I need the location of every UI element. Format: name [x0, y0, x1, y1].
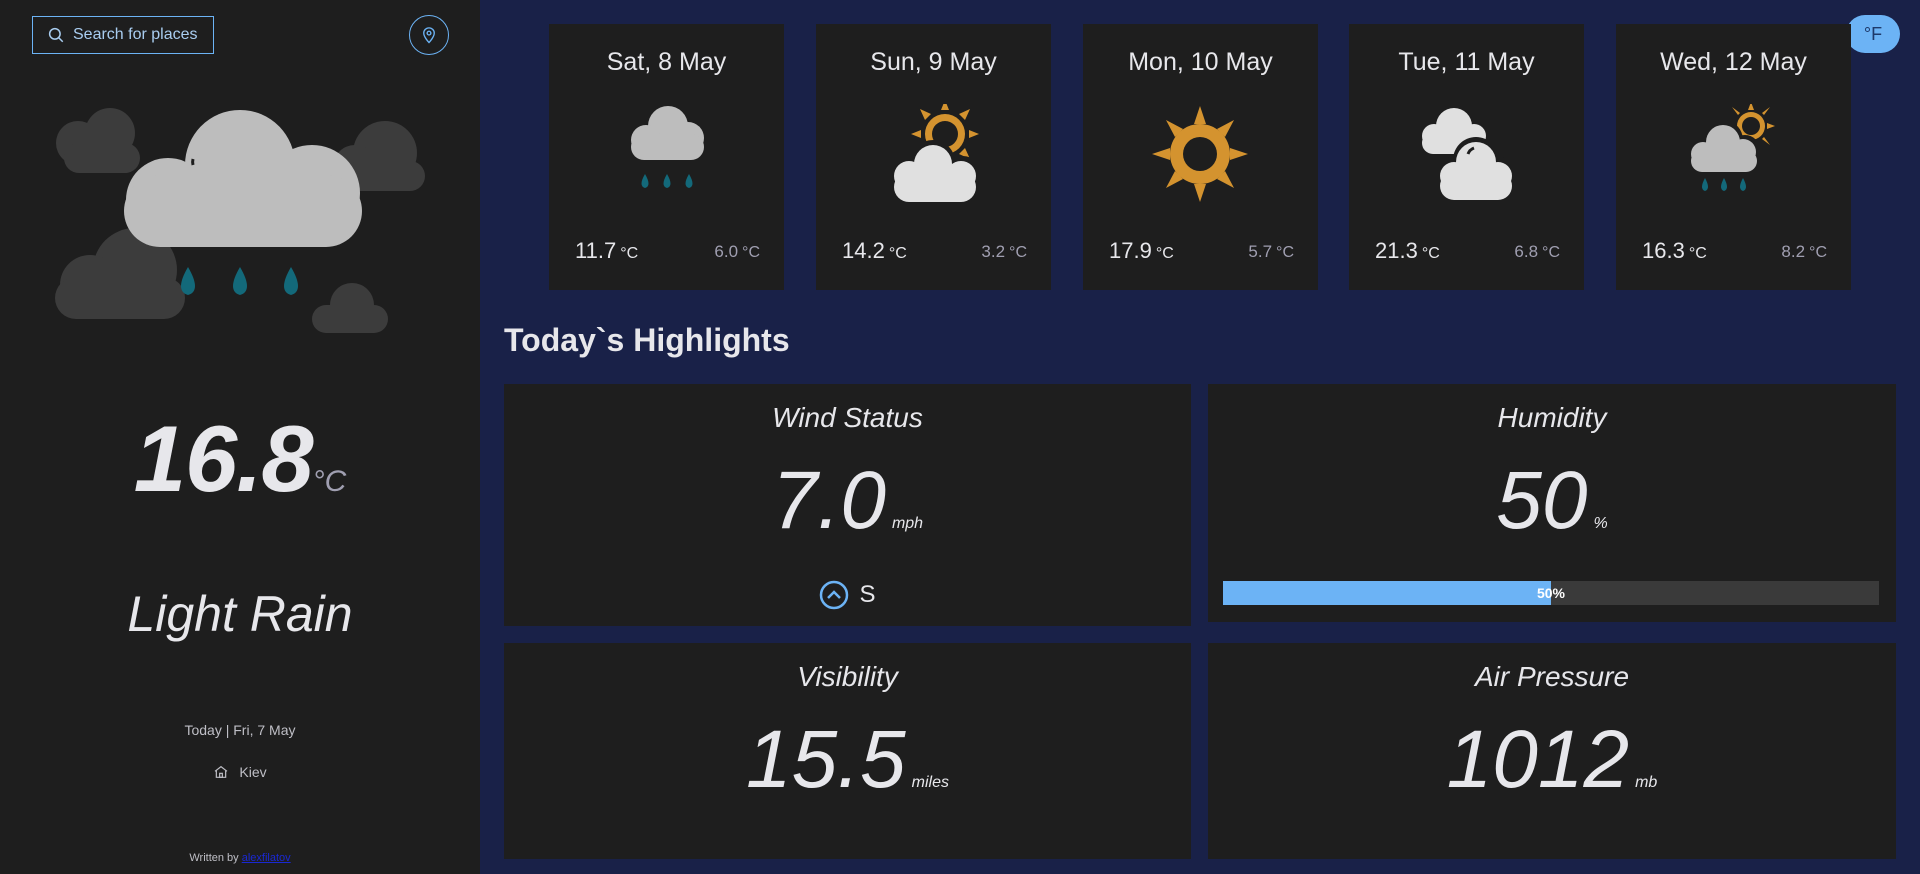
humidity-unit: %: [1593, 515, 1608, 532]
humidity-card: Humidity 50% 50%: [1208, 384, 1896, 622]
wind-direction: S: [504, 580, 1191, 610]
forecast-max-temp: 17.9 °C: [1109, 238, 1174, 264]
min-unit: °C: [1809, 244, 1827, 261]
forecast-card: Tue, 11 May 21.3 °C 6.8 °C: [1349, 24, 1584, 290]
wind-direction-icon: [820, 580, 849, 610]
current-location: Kiev: [0, 764, 480, 780]
current-temperature-unit: °C: [312, 465, 347, 498]
forecast-day: Sat, 8 May: [606, 48, 727, 76]
air-pressure-value: 1012: [1446, 714, 1630, 805]
current-date: Today | Fri, 7 May: [184, 722, 296, 738]
sunny-icon: [1152, 106, 1248, 202]
min-value: 5.7: [1248, 242, 1273, 261]
max-unit: °C: [620, 245, 639, 262]
forecast-max-temp: 11.7 °C: [575, 238, 638, 264]
current-temperature-value: 16.8: [133, 406, 314, 511]
min-unit: °C: [1276, 244, 1294, 261]
wind-direction-label: S: [859, 581, 876, 608]
light-rain-icon: [631, 106, 704, 188]
forecast-min-temp: 3.2 °C: [981, 242, 1027, 262]
wind-speed-unit: mph: [891, 515, 924, 532]
home-icon: [215, 765, 228, 778]
air-pressure-value-group: 1012 mb: [1208, 713, 1896, 807]
visibility-unit: miles: [911, 774, 949, 791]
max-unit: °C: [1421, 245, 1440, 262]
air-pressure-title: Air Pressure: [1474, 661, 1630, 692]
humidity-title: Humidity: [1497, 402, 1607, 433]
max-value: 11.7: [575, 238, 617, 263]
air-pressure-card: Air Pressure 1012 mb: [1208, 643, 1896, 859]
highlights-title: Today`s Highlights: [504, 322, 790, 358]
wind-status-title: Wind Status: [772, 402, 923, 433]
min-value: 6.0: [714, 242, 739, 261]
forecast-card: Sun, 9 May 14.2 °C 3.2 °C: [816, 24, 1051, 290]
forecast-day: Mon, 10 May: [1128, 48, 1273, 76]
author-link[interactable]: alexfilatov: [242, 852, 291, 864]
visibility-card: Visibility 15.5 miles: [504, 643, 1191, 859]
max-value: 21.3: [1375, 238, 1418, 263]
light-rain-icon: [55, 108, 425, 333]
min-value: 8.2: [1781, 242, 1806, 261]
wind-speed: 7.0 mph: [504, 454, 1191, 548]
forecast-day: Wed, 12 May: [1660, 48, 1807, 76]
wind-status-card: Wind Status 7.0 mph S: [504, 384, 1191, 626]
wind-speed-value: 7.0: [771, 455, 886, 546]
forecast-min-temp: 6.0 °C: [714, 242, 760, 262]
forecast-max-temp: 16.3 °C: [1642, 238, 1707, 264]
forecast-min-temp: 8.2 °C: [1781, 242, 1827, 262]
fahrenheit-toggle-button[interactable]: °F: [1846, 15, 1900, 53]
max-unit: °C: [888, 245, 907, 262]
min-value: 6.8: [1514, 242, 1539, 261]
current-temperature: 16.8°C: [0, 405, 480, 513]
forecast-card: Mon, 10 May 17.9 °C 5.7 °C: [1083, 24, 1318, 290]
current-location-button[interactable]: [409, 15, 449, 55]
forecast-day: Tue, 11 May: [1398, 48, 1535, 76]
forecast-card: Sat, 8 May 11.7 °C 6.0 °C: [549, 24, 784, 290]
humidity-value-group: 50%: [1208, 454, 1896, 548]
humidity-progress-bar: 50%: [1223, 581, 1879, 605]
forecast-day: Sun, 9 May: [870, 48, 997, 76]
forecast-min-temp: 5.7 °C: [1248, 242, 1294, 262]
weather-condition: Light Rain: [127, 586, 353, 642]
min-unit: °C: [742, 244, 760, 261]
visibility-title: Visibility: [797, 661, 898, 692]
author-credit: Written by alexfilatov: [0, 852, 480, 864]
visibility-value: 15.5: [746, 714, 906, 805]
humidity-progress-label: 50%: [1536, 585, 1566, 601]
humidity-value: 50: [1496, 455, 1588, 546]
max-value: 17.9: [1109, 238, 1152, 263]
sun-showers-icon: [1691, 104, 1775, 191]
max-unit: °C: [1688, 245, 1707, 262]
forecast-card: Wed, 12 May 16.3 °C 8.2 °C: [1616, 24, 1851, 290]
visibility-value-group: 15.5 miles: [504, 713, 1191, 807]
location-name: Kiev: [239, 764, 267, 780]
min-value: 3.2: [981, 242, 1006, 261]
cloudy-icon: [1422, 108, 1517, 200]
sidebar: Search for places 16.8°C Light Rain Toda: [0, 0, 480, 874]
air-pressure-unit: mb: [1635, 774, 1658, 791]
search-icon: [48, 27, 64, 43]
partly-cloudy-icon: [889, 104, 981, 202]
credit-prefix: Written by: [189, 852, 239, 864]
location-pin-icon: [423, 27, 435, 44]
max-unit: °C: [1155, 245, 1174, 262]
min-unit: °C: [1542, 244, 1560, 261]
forecast-max-temp: 21.3 °C: [1375, 238, 1440, 264]
search-button[interactable]: Search for places: [32, 16, 214, 54]
min-unit: °C: [1009, 244, 1027, 261]
forecast-min-temp: 6.8 °C: [1514, 242, 1560, 262]
search-button-label: Search for places: [73, 26, 198, 43]
max-value: 14.2: [842, 238, 885, 263]
forecast-max-temp: 14.2 °C: [842, 238, 907, 264]
max-value: 16.3: [1642, 238, 1685, 263]
